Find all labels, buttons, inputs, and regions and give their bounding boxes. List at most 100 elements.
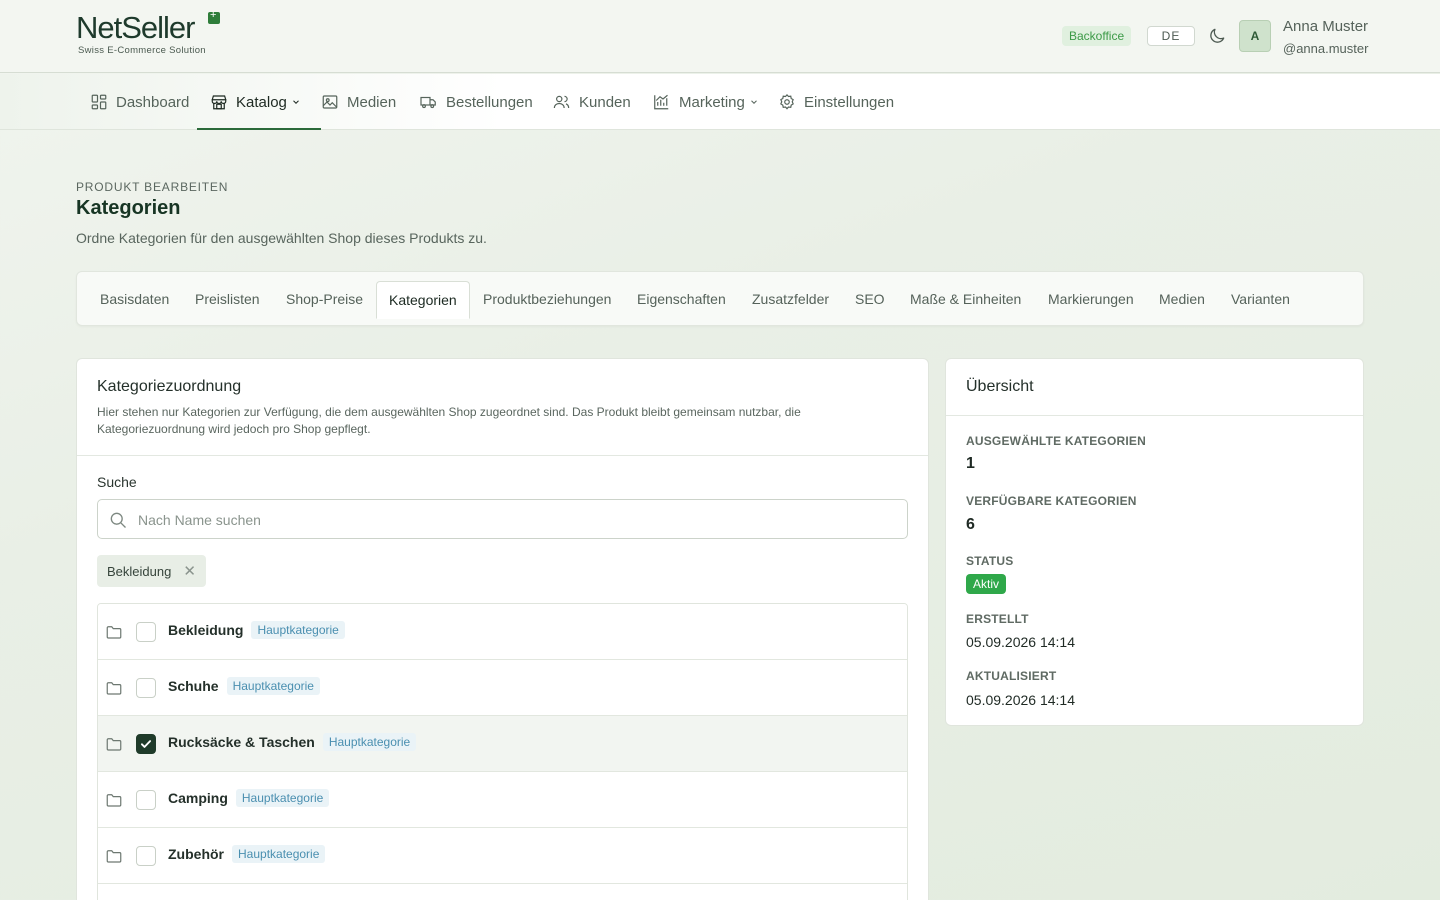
selected-chip: Bekleidung ✕ <box>97 555 206 587</box>
page-title: Kategorien <box>76 197 181 219</box>
moon-icon <box>1210 28 1225 43</box>
overview-panel: Übersicht AUSGEWÄHLTE KATEGORIEN 1 VERFÜ… <box>945 358 1364 726</box>
tab-varianten[interactable]: Varianten <box>1231 281 1290 318</box>
search-input[interactable] <box>138 509 878 531</box>
category-name: Camping Hauptkategorie <box>168 789 330 807</box>
available-categories-value: 6 <box>966 516 975 533</box>
category-label: Bekleidung <box>168 622 244 638</box>
nav-einstellungen-label: Einstellungen <box>804 93 895 111</box>
list-item[interactable]: Zubehör Hauptkategorie <box>98 828 907 884</box>
brand-name: NetSeller <box>76 10 195 45</box>
category-name: Rucksäcke & Taschen Hauptkategorie <box>168 733 417 751</box>
chevron-down-icon <box>293 100 299 104</box>
nav-marketing[interactable]: Marketing <box>652 74 767 130</box>
store-icon <box>211 95 227 110</box>
tab-medien[interactable]: Medien <box>1159 281 1205 318</box>
page-subtitle: Ordne Kategorien für den ausgewählten Sh… <box>76 230 487 246</box>
chip-label: Bekleidung <box>107 563 172 579</box>
language-switcher[interactable]: DE <box>1147 26 1195 46</box>
tab-zusatzfelder[interactable]: Zusatzfelder <box>752 281 829 318</box>
list-item[interactable]: Camping Hauptkategorie <box>98 772 907 828</box>
search-box <box>97 499 908 539</box>
folder-icon <box>106 850 122 863</box>
nav-katalog-label: Katalog <box>236 93 287 111</box>
tab-basisdaten[interactable]: Basisdaten <box>100 281 169 318</box>
chevron-down-icon <box>750 100 757 104</box>
category-checkbox[interactable] <box>136 846 156 866</box>
search-icon <box>110 512 126 528</box>
category-checkbox[interactable] <box>136 790 156 810</box>
status-label: STATUS <box>966 554 1014 568</box>
main-nav: Dashboard Katalog Medien Bestellungen Ku… <box>0 74 1440 130</box>
nav-kunden[interactable]: Kunden <box>552 74 631 130</box>
users-icon <box>553 95 570 109</box>
status-badge: Aktiv <box>966 574 1007 594</box>
netseller-logo[interactable]: NetSeller Swiss E-Commerce Solution <box>76 9 220 56</box>
user-name: Anna Muster <box>1283 18 1369 35</box>
tab-produktbeziehungen[interactable]: Produktbeziehungen <box>483 281 611 318</box>
updated-value: 05.09.2026 14:14 <box>966 692 1075 708</box>
avatar[interactable]: A <box>1239 20 1271 52</box>
category-tag: Hauptkategorie <box>322 733 417 751</box>
tab-shop-preise[interactable]: Shop-Preise <box>286 281 363 318</box>
leaf-icon <box>208 9 220 24</box>
search-label: Suche <box>97 474 137 490</box>
backoffice-badge: Backoffice <box>1062 26 1132 46</box>
category-tag: Hauptkategorie <box>226 677 320 695</box>
page-eyebrow: PRODUKT BEARBEITEN <box>76 180 229 194</box>
divider <box>77 455 928 456</box>
divider <box>946 415 1363 416</box>
nav-einstellungen[interactable]: Einstellungen <box>778 74 894 130</box>
tab-markierungen[interactable]: Markierungen <box>1048 281 1134 318</box>
folder-icon <box>106 626 122 639</box>
category-tag: Hauptkategorie <box>251 621 345 639</box>
product-tabs: Basisdaten Preislisten Shop-Preise Kateg… <box>76 271 1364 326</box>
list-item[interactable]: Bekleidung Hauptkategorie <box>98 604 907 660</box>
brand-tagline: Swiss E-Commerce Solution <box>78 45 206 56</box>
available-categories-label: VERFÜGBARE KATEGORIEN <box>966 494 1137 508</box>
nav-bestellungen[interactable]: Bestellungen <box>419 74 533 130</box>
category-name: Schuhe Hauptkategorie <box>168 677 320 695</box>
tab-eigenschaften[interactable]: Eigenschaften <box>637 281 726 318</box>
nav-kunden-label: Kunden <box>579 93 631 111</box>
folder-icon <box>106 682 122 695</box>
gear-icon <box>780 93 794 110</box>
nav-marketing-label: Marketing <box>679 93 745 111</box>
tab-seo[interactable]: SEO <box>855 281 885 318</box>
dark-mode-toggle[interactable] <box>1207 26 1227 46</box>
category-checkbox[interactable] <box>136 622 156 642</box>
tab-preislisten[interactable]: Preislisten <box>195 281 260 318</box>
created-label: ERSTELLT <box>966 612 1029 626</box>
tab-kategorien[interactable]: Kategorien <box>376 281 470 319</box>
category-checkbox[interactable] <box>136 678 156 698</box>
folder-icon <box>106 738 122 751</box>
truck-icon <box>420 96 436 109</box>
category-label: Zubehör <box>168 846 224 862</box>
category-assignment-panel: Kategoriezuordnung Hier stehen nur Kateg… <box>76 358 929 900</box>
image-icon <box>322 95 338 109</box>
selected-categories-value: 1 <box>966 455 975 472</box>
dashboard-icon <box>91 94 107 110</box>
list-item[interactable] <box>98 884 907 900</box>
tab-masse-einheiten[interactable]: Maße & Einheiten <box>910 281 1021 318</box>
nav-dashboard[interactable]: Dashboard <box>90 74 189 130</box>
list-item[interactable]: Rucksäcke & Taschen Hauptkategorie <box>98 716 907 772</box>
folder-icon <box>106 794 122 807</box>
category-label: Schuhe <box>168 678 219 694</box>
nav-medien[interactable]: Medien <box>321 74 396 130</box>
category-list: Bekleidung Hauptkategorie Schuhe Hauptkate… <box>97 603 908 900</box>
category-name: Bekleidung Hauptkategorie <box>168 621 345 639</box>
close-icon[interactable]: ✕ <box>183 562 196 580</box>
nav-dashboard-label: Dashboard <box>116 93 190 111</box>
nav-medien-label: Medien <box>347 93 397 111</box>
chart-icon <box>654 94 669 110</box>
category-label: Camping <box>168 790 228 806</box>
selected-categories-label: AUSGEWÄHLTE KATEGORIEN <box>966 434 1146 448</box>
list-item[interactable]: Schuhe Hauptkategorie <box>98 660 907 716</box>
nav-katalog[interactable]: Katalog <box>197 74 321 130</box>
panel-description: Hier stehen nur Kategorien zur Verfügung… <box>97 405 801 436</box>
nav-bestellungen-label: Bestellungen <box>446 93 533 111</box>
created-value: 05.09.2026 14:14 <box>966 634 1075 650</box>
category-checkbox[interactable] <box>136 734 156 754</box>
panel-title: Kategoriezuordnung <box>97 378 242 395</box>
